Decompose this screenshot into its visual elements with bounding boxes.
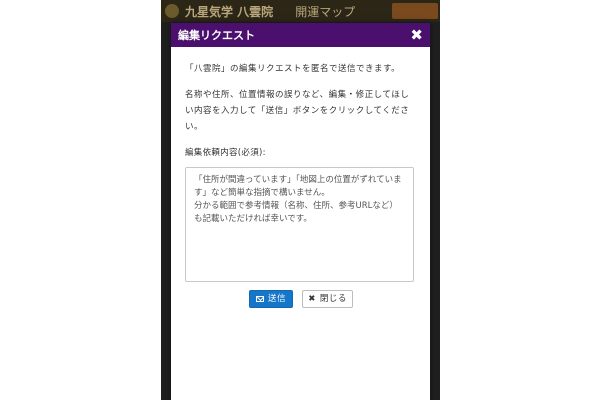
close-button[interactable]: ✖ 閉じる <box>302 290 353 308</box>
request-field-label: 編集依頼内容(必須): <box>185 148 266 158</box>
send-button-label: 送信 <box>267 294 286 304</box>
modal-body: 「八雲院」の編集リクエストを匿名で送信できます。 名称や住所、位置情報の誤りなど… <box>171 47 430 308</box>
x-icon: ✖ <box>308 294 316 304</box>
intro-text: 「八雲院」の編集リクエストを匿名で送信できます。 <box>185 64 401 74</box>
send-button[interactable]: 送信 <box>249 290 293 308</box>
screen: 九星気学 八雲院 開運マップ 編集リクエスト ✖ 「八雲院」の編集リクエストを匿… <box>0 0 600 400</box>
mail-icon <box>256 296 264 302</box>
close-icon[interactable]: ✖ <box>410 26 423 44</box>
app-title: 九星気学 八雲院 <box>185 4 274 19</box>
app-subtitle: 開運マップ <box>295 4 356 19</box>
modal-title: 編集リクエスト <box>178 29 255 42</box>
app-header: 九星気学 八雲院 開運マップ <box>161 0 440 22</box>
instructions-text: 名称や住所、位置情報の誤りなど、編集・修正してほしい内容を入力して「送信」ボタン… <box>185 90 410 132</box>
modal-header: 編集リクエスト ✖ <box>171 23 430 47</box>
close-button-label: 閉じる <box>319 294 347 304</box>
edit-request-modal: 編集リクエスト ✖ 「八雲院」の編集リクエストを匿名で送信できます。 名称や住所… <box>171 23 430 400</box>
request-textarea[interactable] <box>185 167 414 282</box>
app-logo-icon <box>165 4 179 18</box>
button-row: 送信 ✖ 閉じる <box>185 290 417 308</box>
app-menu-button[interactable] <box>392 3 438 19</box>
